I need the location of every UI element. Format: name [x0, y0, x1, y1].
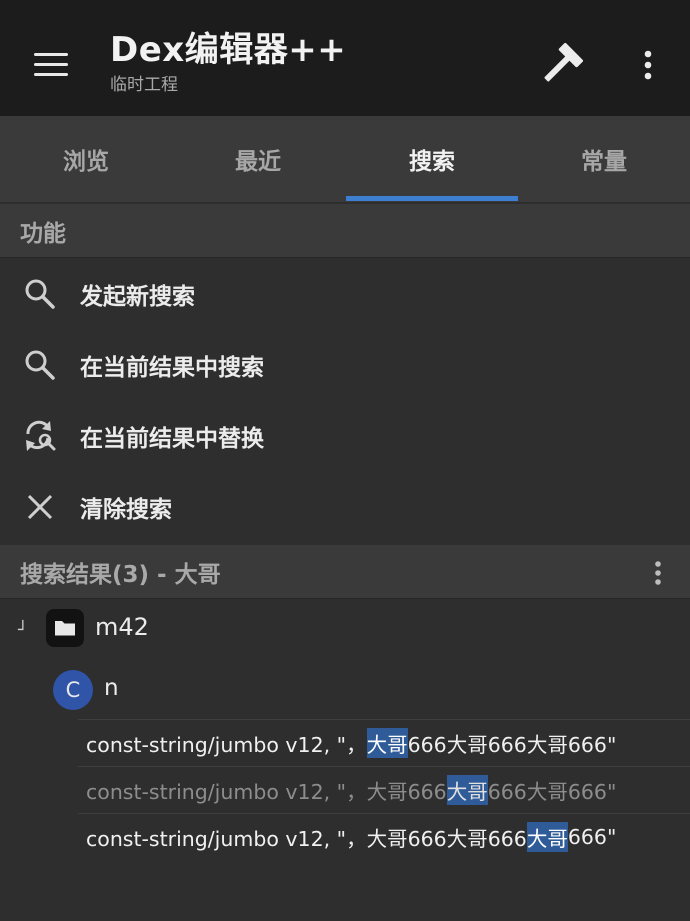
results-header-label: 搜索结果(3) - 大哥	[20, 561, 221, 588]
app-title: Dex编辑器++	[110, 30, 347, 70]
result-text-prefix: const-string/jumbo v12, "，	[86, 733, 367, 757]
search-in-results-item[interactable]: 在当前结果中搜索	[0, 329, 690, 400]
result-text-suffix: 666"	[567, 825, 617, 849]
clear-search-label: 清除搜索	[80, 496, 172, 523]
hamburger-menu-icon[interactable]	[26, 42, 76, 88]
package-name[interactable]: m42	[95, 613, 149, 641]
tree-expand-marker[interactable]: ┘	[18, 620, 28, 639]
tab-constants[interactable]: 常量	[518, 116, 690, 202]
result-match-highlight: 大哥	[366, 728, 408, 758]
new-search-item[interactable]: 发起新搜索	[0, 258, 690, 329]
folder-icon	[46, 609, 84, 647]
active-tab-indicator	[346, 196, 518, 201]
result-match-highlight: 大哥	[446, 775, 488, 805]
replace-icon	[22, 418, 58, 454]
tab-search[interactable]: 搜索	[346, 116, 518, 202]
result-text-suffix: 666大哥666"	[487, 780, 617, 804]
replace-in-results-item[interactable]: 在当前结果中替换	[0, 400, 690, 471]
class-name[interactable]: n	[104, 675, 119, 701]
result-row[interactable]: const-string/jumbo v12, "，大哥666大哥666大哥66…	[78, 813, 690, 860]
new-search-label: 发起新搜索	[80, 283, 195, 310]
result-row[interactable]: const-string/jumbo v12, "，大哥666大哥666大哥66…	[78, 719, 690, 766]
search-icon	[22, 347, 58, 383]
tab-recent[interactable]: 最近	[172, 116, 344, 202]
search-icon	[22, 276, 58, 312]
more-vertical-icon[interactable]	[628, 40, 668, 90]
result-row[interactable]: const-string/jumbo v12, "，大哥666大哥666大哥66…	[78, 766, 690, 813]
functions-header: 功能	[0, 204, 690, 258]
result-text-prefix: const-string/jumbo v12, "，大哥666大哥666	[86, 827, 527, 851]
app-bar: Dex编辑器++ 临时工程	[0, 0, 690, 116]
result-text-prefix: const-string/jumbo v12, "，大哥666	[86, 780, 447, 804]
tab-browse[interactable]: 浏览	[0, 116, 172, 202]
clear-search-item[interactable]: 清除搜索	[0, 471, 690, 542]
more-vertical-icon[interactable]	[648, 559, 668, 587]
title-block: Dex编辑器++ 临时工程	[110, 28, 346, 96]
result-text-suffix: 666大哥666大哥666"	[407, 733, 617, 757]
class-badge-icon: C	[53, 670, 93, 710]
result-match-highlight: 大哥	[526, 822, 568, 852]
results-header: 搜索结果(3) - 大哥	[0, 545, 690, 599]
tab-bar: 浏览 最近 搜索 常量	[0, 116, 690, 202]
hammer-icon[interactable]	[536, 40, 586, 90]
search-in-results-label: 在当前结果中搜索	[80, 354, 264, 381]
replace-in-results-label: 在当前结果中替换	[80, 425, 264, 452]
app-subtitle: 临时工程	[110, 75, 178, 95]
close-icon	[22, 489, 58, 525]
